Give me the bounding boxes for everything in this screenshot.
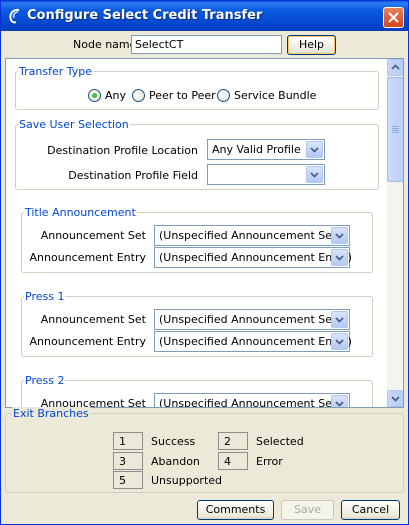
chevron-down-icon[interactable] — [331, 227, 348, 244]
title-announcement-set-select[interactable]: (Unspecified Announcement Set) — [154, 225, 350, 246]
chevron-down-icon[interactable] — [331, 311, 348, 328]
exit-branch-number: 5 — [113, 471, 143, 489]
exit-branch-number: 4 — [218, 452, 248, 470]
radio-peer-to-peer[interactable] — [132, 89, 145, 102]
node-name-input[interactable]: SelectCT — [131, 35, 282, 54]
config-scroll-panel: Transfer Type Any Peer to Peer Service B… — [5, 58, 404, 408]
title-announcement-entry-label: Announcement Entry — [29, 251, 147, 264]
exit-branch-name: Success — [151, 435, 196, 448]
chevron-up-icon — [391, 64, 400, 70]
destination-profile-location-value: Any Valid Profile — [212, 143, 301, 156]
radio-selected-dot — [92, 93, 97, 98]
save-button[interactable]: Save — [281, 500, 334, 520]
scroll-thumb[interactable] — [387, 77, 403, 182]
chevron-down-icon — [391, 396, 400, 402]
scroll-up-button[interactable] — [387, 59, 403, 76]
grip-line — [392, 130, 399, 131]
destination-profile-field-select[interactable] — [207, 164, 325, 185]
title-announcement-set-label: Announcement Set — [40, 229, 146, 242]
window-title: Configure Select Credit Transfer — [27, 8, 263, 23]
chevron-down-icon[interactable] — [331, 395, 348, 407]
press-1-entry-value: (Unspecified Announcement Entry) — [159, 335, 352, 348]
scroll-down-button[interactable] — [387, 390, 403, 407]
radio-peer-to-peer-label: Peer to Peer — [149, 89, 216, 102]
destination-profile-location-label: Destination Profile Location — [47, 144, 198, 157]
exit-branch-number: 3 — [113, 452, 143, 470]
title-announcement-entry-value: (Unspecified Announcement Entry) — [159, 251, 352, 264]
press-1-entry-select[interactable]: (Unspecified Announcement Entry) — [154, 331, 352, 352]
press-1-set-value: (Unspecified Announcement Set) — [159, 313, 341, 326]
press-2-set-label: Announcement Set — [40, 397, 146, 407]
chevron-down-icon[interactable] — [331, 249, 348, 266]
save-user-selection-legend: Save User Selection — [19, 118, 129, 131]
exit-branch-number: 1 — [113, 432, 143, 450]
vertical-scrollbar[interactable] — [387, 59, 403, 407]
node-name-label: Node name — [73, 38, 137, 51]
acs-icon — [9, 8, 20, 24]
chevron-down-icon[interactable] — [306, 166, 323, 183]
exit-branch-name: Error — [256, 455, 283, 468]
transfer-type-legend: Transfer Type — [19, 65, 92, 78]
press-1-set-label: Announcement Set — [40, 313, 146, 326]
node-name-row: Node name SelectCT Help — [1, 35, 408, 55]
grip-line — [392, 128, 399, 129]
press-2-legend: Press 2 — [25, 374, 65, 387]
destination-profile-location-select[interactable]: Any Valid Profile — [207, 139, 325, 160]
grip-line — [392, 132, 399, 133]
dialog-window: Configure Select Credit Transfer Node na… — [0, 0, 409, 525]
destination-profile-field-label: Destination Profile Field — [68, 169, 198, 182]
exit-branch-number: 2 — [218, 432, 248, 450]
transfer-type-group: Transfer Type — [15, 65, 379, 110]
comments-button[interactable]: Comments — [197, 500, 274, 520]
press-2-set-select[interactable]: (Unspecified Announcement Set) — [154, 393, 350, 407]
title-announcement-set-value: (Unspecified Announcement Set) — [159, 229, 341, 242]
radio-service-bundle-label: Service Bundle — [234, 89, 317, 102]
title-announcement-entry-select[interactable]: (Unspecified Announcement Entry) — [154, 247, 352, 268]
chevron-down-icon[interactable] — [306, 141, 323, 158]
close-icon — [388, 12, 399, 23]
press-2-set-value: (Unspecified Announcement Set) — [159, 397, 341, 407]
exit-branch-name: Abandon — [151, 455, 200, 468]
title-bar[interactable]: Configure Select Credit Transfer — [1, 1, 408, 31]
radio-service-bundle[interactable] — [217, 89, 230, 102]
exit-branches-legend: Exit Branches — [12, 407, 90, 420]
close-button[interactable] — [383, 7, 404, 28]
exit-branch-name: Selected — [256, 435, 304, 448]
press-1-legend: Press 1 — [25, 290, 65, 303]
cancel-button[interactable]: Cancel — [341, 500, 400, 520]
grip-line — [392, 126, 399, 127]
title-announcement-legend: Title Announcement — [25, 206, 136, 219]
press-1-entry-label: Announcement Entry — [29, 335, 147, 348]
help-button[interactable]: Help — [287, 35, 336, 55]
radio-any-label: Any — [105, 89, 127, 102]
radio-any[interactable] — [88, 89, 101, 102]
chevron-down-icon[interactable] — [331, 333, 348, 350]
exit-branch-name: Unsupported — [151, 474, 223, 487]
config-content: Transfer Type Any Peer to Peer Service B… — [6, 59, 387, 407]
press-1-set-select[interactable]: (Unspecified Announcement Set) — [154, 309, 350, 330]
